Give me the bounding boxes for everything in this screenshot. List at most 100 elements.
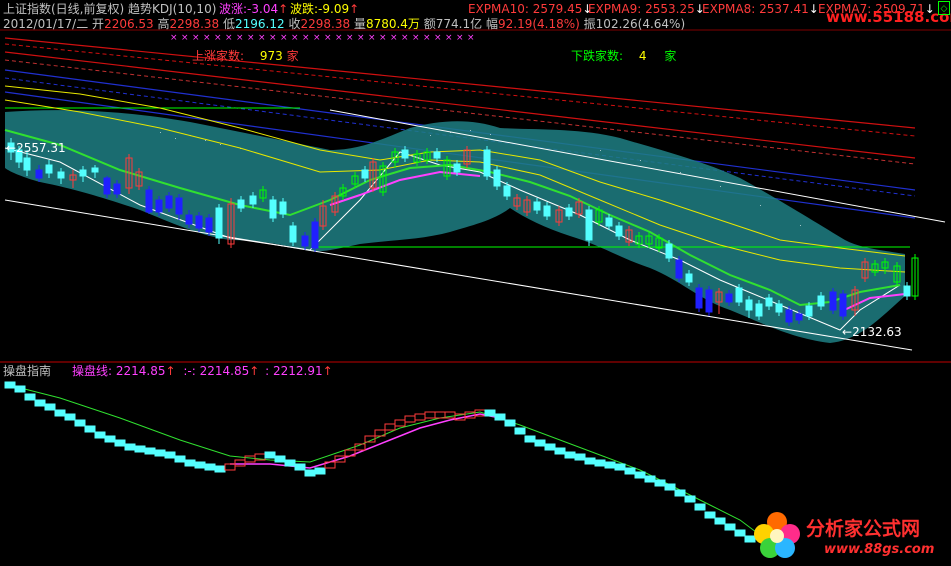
candle-body bbox=[503, 185, 511, 197]
sub-step bbox=[64, 413, 76, 421]
sub-step bbox=[524, 435, 536, 443]
candle-body bbox=[145, 189, 153, 213]
expma9-value: EXPMA9: 2553.25 bbox=[588, 2, 695, 16]
candle-body bbox=[175, 197, 183, 215]
sub-step bbox=[104, 435, 116, 443]
candle-body bbox=[785, 309, 793, 323]
sub-step bbox=[514, 427, 526, 435]
sub-step bbox=[204, 463, 216, 471]
wave-up-label: 波涨: bbox=[219, 2, 248, 16]
candle-body bbox=[453, 163, 461, 173]
sub-step bbox=[574, 453, 586, 461]
open-label: 开 bbox=[92, 17, 105, 31]
candle-body bbox=[533, 201, 541, 211]
arrow-up-icon: ↑ bbox=[249, 364, 260, 378]
sub-step bbox=[24, 393, 36, 401]
sub-step bbox=[94, 431, 106, 439]
sub-step bbox=[214, 465, 226, 473]
candle-body bbox=[817, 295, 825, 307]
sub-step bbox=[174, 455, 186, 463]
collapse-button[interactable]: ◇ bbox=[938, 1, 950, 15]
candle-body bbox=[745, 299, 753, 311]
down-label: 下跌家数: bbox=[571, 49, 624, 63]
wave-down: 波跌:-9.09↑ bbox=[290, 2, 359, 16]
sub-panel-values: 操盘线: 2214.85↑ :-: 2214.85↑ : 2212.91↑ bbox=[72, 364, 333, 378]
candle-body bbox=[433, 151, 441, 159]
sub-panel-title: 操盘指南 bbox=[3, 364, 52, 378]
candle-body bbox=[665, 243, 673, 259]
wave-down-label: 波跌: bbox=[290, 2, 319, 16]
candle-body bbox=[311, 221, 319, 249]
cross-marker: × bbox=[401, 33, 409, 43]
indicator-name: 趋势KDJ(10,10) bbox=[128, 2, 217, 16]
close-value: 2298.38 bbox=[300, 17, 351, 31]
candle-body bbox=[195, 215, 203, 229]
sub-step bbox=[544, 443, 556, 451]
arrow-up-icon: ↑ bbox=[165, 364, 176, 378]
cloud-band bbox=[5, 110, 905, 343]
sub-step bbox=[144, 447, 156, 455]
sub-line-value: 2214.85 bbox=[115, 364, 166, 378]
sub-step bbox=[404, 415, 416, 423]
expma8: EXPMA8: 2537.41↓ bbox=[702, 2, 819, 16]
sub-step bbox=[84, 425, 96, 433]
sub-step bbox=[684, 495, 696, 503]
sub-step bbox=[654, 479, 666, 487]
amplitude-label: 振 bbox=[583, 17, 596, 31]
cross-marker: × bbox=[346, 33, 354, 43]
up-count-label: 上涨家数: 973 家 bbox=[192, 49, 299, 63]
low-value: 2196.12 bbox=[235, 17, 285, 31]
candle-body bbox=[155, 199, 163, 213]
sub-step-line bbox=[4, 381, 756, 543]
change-value: 92.19(4.18%) bbox=[497, 17, 580, 31]
cross-marker: × bbox=[203, 33, 211, 43]
cross-marker: × bbox=[280, 33, 288, 43]
candle-body bbox=[289, 225, 297, 243]
expma10-value: EXPMA10: 2579.45 bbox=[468, 2, 583, 16]
amplitude-value: 102.26(4.64%) bbox=[595, 17, 686, 31]
arrow-up-icon: ↑ bbox=[278, 2, 289, 16]
amount-label: 额 bbox=[423, 17, 436, 31]
down-count-label: 下跌家数: 4 家 bbox=[571, 49, 676, 63]
candle-body bbox=[23, 157, 31, 171]
candle-body bbox=[249, 195, 257, 205]
volume-value: 8780.4万 bbox=[365, 17, 420, 31]
candle-body bbox=[725, 293, 733, 303]
chart-canvas[interactable]: × × × × × × × × × × × × × × × × × × × × × × × × × × × × bbox=[0, 0, 951, 566]
sub-step bbox=[244, 455, 256, 463]
close-label: 收 bbox=[288, 17, 301, 31]
cross-marker: × bbox=[302, 33, 310, 43]
cross-marker: × bbox=[247, 33, 255, 43]
sub-step bbox=[494, 413, 506, 421]
up-count: 973 bbox=[259, 49, 283, 63]
index-name: 上证指数(日线,前复权) bbox=[3, 2, 125, 16]
candle-body bbox=[483, 149, 491, 177]
sub-step bbox=[614, 463, 626, 471]
sub-step bbox=[224, 463, 236, 471]
cross-marker: × bbox=[335, 33, 343, 43]
candle-body bbox=[215, 207, 223, 239]
sub-step bbox=[54, 409, 66, 417]
candle-body bbox=[829, 291, 837, 311]
sub-sep-value: :-: 2214.85 bbox=[183, 364, 250, 378]
high-price-mark: ←2557.31 bbox=[6, 141, 66, 155]
sub-step bbox=[44, 403, 56, 411]
candle-body bbox=[113, 183, 121, 195]
sub-step bbox=[74, 419, 86, 427]
cross-marker: × bbox=[324, 33, 332, 43]
candle-body bbox=[685, 273, 693, 283]
candle-body bbox=[615, 225, 623, 237]
open-value: 2206.53 bbox=[104, 17, 154, 31]
sub-step bbox=[734, 529, 746, 537]
candle-body bbox=[775, 303, 783, 313]
expma8-value: EXPMA8: 2537.41 bbox=[702, 2, 809, 16]
candle-body bbox=[903, 285, 911, 297]
change-label: 幅 bbox=[485, 17, 498, 31]
cross-marker: × bbox=[412, 33, 420, 43]
sub-step bbox=[604, 461, 616, 469]
candle-body bbox=[585, 209, 593, 241]
date: 2012/01/17/二 bbox=[3, 17, 89, 31]
candle-body bbox=[91, 167, 99, 173]
candle-body bbox=[839, 293, 847, 317]
down-unit: 家 bbox=[664, 49, 677, 63]
